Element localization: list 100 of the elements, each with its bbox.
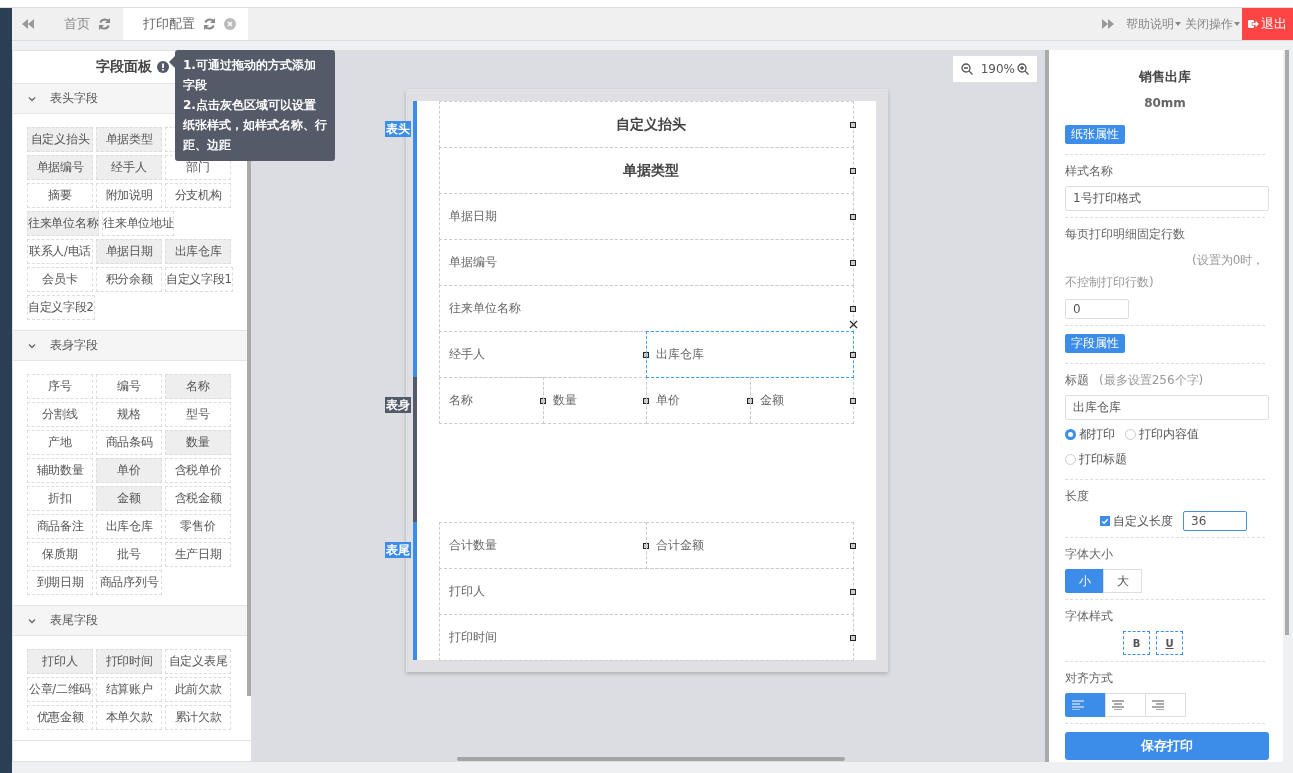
resize-handle[interactable] [850,351,856,358]
field-chip[interactable]: 此前欠款 [165,677,231,702]
scrollbar[interactable] [1285,50,1289,635]
paper-field[interactable]: 数量 [542,377,647,424]
paper-field[interactable]: 单据类型 [439,147,854,194]
field-chip[interactable]: 含税单价 [165,458,231,483]
field-chip[interactable]: 规格 [96,402,162,427]
field-chip[interactable]: 联系人/电话 [27,239,93,264]
field-chip[interactable]: 单据日期 [96,239,162,264]
field-chip[interactable]: 本单欠款 [96,705,162,730]
font-style-button[interactable]: B [1123,631,1150,655]
field-chip[interactable]: 会员卡 [27,267,93,292]
field-chip[interactable]: 附加说明 [96,183,162,208]
paper-field[interactable]: 出库仓库 [646,331,854,378]
paper-field[interactable]: 打印时间 [439,614,854,661]
field-chip[interactable]: 结算账户 [96,677,162,702]
field-chip[interactable]: 单据类型 [96,127,162,152]
field-chip[interactable]: 往来单位地址 [102,211,175,236]
resize-handle[interactable] [850,167,856,174]
field-chip[interactable]: 公章/二维码 [27,677,93,702]
field-chip[interactable]: 零售价 [165,514,231,539]
resize-handle[interactable] [850,397,856,404]
field-chip[interactable]: 编号 [96,374,162,399]
style-name-input[interactable]: 1号打印格式 [1065,186,1269,211]
field-chip[interactable]: 打印人 [27,649,93,674]
paper-field[interactable]: 打印人 [439,568,854,615]
field-chip[interactable]: 往来单位名称 [27,211,100,236]
section-badge: 字段属性 [1065,334,1125,353]
field-chip[interactable]: 单据编号 [27,155,93,180]
paper-field[interactable]: 单据编号 [439,239,854,286]
field-chip[interactable]: 商品序列号 [96,570,162,595]
field-chip[interactable]: 商品备注 [27,514,93,539]
field-chip[interactable]: 序号 [27,374,93,399]
field-chip[interactable]: 累计欠款 [165,705,231,730]
resize-handle[interactable] [850,588,856,595]
resize-handle[interactable] [539,397,546,404]
field-chip[interactable]: 金额 [96,486,162,511]
resize-handle[interactable] [850,259,856,266]
field-chip[interactable]: 打印时间 [96,649,162,674]
paper-field[interactable]: 经手人 [439,331,647,378]
radio-button[interactable] [1125,429,1136,440]
resize-handle[interactable] [850,213,856,220]
field-chip[interactable]: 出库仓库 [96,514,162,539]
field-chip[interactable]: 经手人 [96,155,162,180]
paper-field[interactable]: 合计金额 [646,522,854,569]
field-chip[interactable]: 自定义字段2 [27,295,95,320]
title-input[interactable]: 出库仓库 [1065,395,1269,420]
resize-handle[interactable] [850,305,856,312]
font-size-button[interactable]: 大 [1103,569,1142,593]
field-chip[interactable]: 产地 [27,430,93,455]
radio-button[interactable] [1065,429,1076,440]
paper-field[interactable]: 金额 [749,377,854,424]
field-chip[interactable]: 型号 [165,402,231,427]
field-label: 打印时间 [449,629,497,646]
resize-handle[interactable] [643,397,649,404]
resize-handle[interactable] [643,351,649,358]
field-chip[interactable]: 自定义字段1 [165,267,233,292]
resize-handle[interactable] [643,542,649,549]
field-chip[interactable]: 含税金额 [165,486,231,511]
rows-input[interactable]: 0 [1065,299,1129,319]
section-label: 表头 [385,121,411,137]
field-chip[interactable]: 折扣 [27,486,93,511]
resize-handle[interactable] [850,634,856,641]
paper-field[interactable]: 合计数量 [439,522,647,569]
field-chip[interactable]: 商品条码 [96,430,162,455]
radio-option[interactable]: 打印内容值 [1125,426,1199,443]
field-chip[interactable]: 摘要 [27,183,93,208]
field-chip[interactable]: 数量 [165,430,231,455]
paper-field[interactable]: 自定义抬头 [439,101,854,148]
field-chip[interactable]: 自定义抬头 [27,127,93,152]
field-chip[interactable]: 保质期 [27,542,93,567]
paper-field[interactable]: 往来单位名称 [439,285,854,332]
radio-button[interactable] [1065,454,1076,465]
field-chip[interactable]: 优惠金额 [27,705,93,730]
field-chip[interactable]: 名称 [165,374,231,399]
tab[interactable]: 打印配置 [123,8,248,40]
length-input[interactable]: 36 [1183,511,1247,531]
paper-field[interactable]: 单价 [646,377,751,424]
paper-field[interactable]: 单据日期 [439,193,854,240]
scrollbar[interactable] [457,757,845,761]
checkbox[interactable] [1100,516,1110,526]
field-chip[interactable]: 生产日期 [165,542,231,567]
font-style-button[interactable]: U [1156,631,1183,655]
resize-handle[interactable] [746,397,753,404]
field-chip[interactable]: 分支机构 [165,183,231,208]
resize-handle[interactable] [850,542,856,549]
field-chip[interactable]: 到期日期 [27,570,93,595]
close-icon [224,18,236,30]
field-chip[interactable]: 自定义表尾 [165,649,231,674]
radio-option[interactable]: 打印标题 [1065,451,1127,468]
field-chip[interactable]: 单价 [96,458,162,483]
paper-field[interactable]: 名称 [439,377,544,424]
field-chip[interactable]: 分割线 [27,402,93,427]
field-chip[interactable]: 积分余额 [96,267,162,292]
radio-option[interactable]: 都打印 [1065,426,1115,443]
section-label: 表尾 [385,542,411,558]
resize-handle[interactable] [850,121,856,128]
field-chip[interactable]: 批号 [96,542,162,567]
field-chip[interactable]: 辅助数量 [27,458,93,483]
field-chip[interactable]: 出库仓库 [165,239,231,264]
